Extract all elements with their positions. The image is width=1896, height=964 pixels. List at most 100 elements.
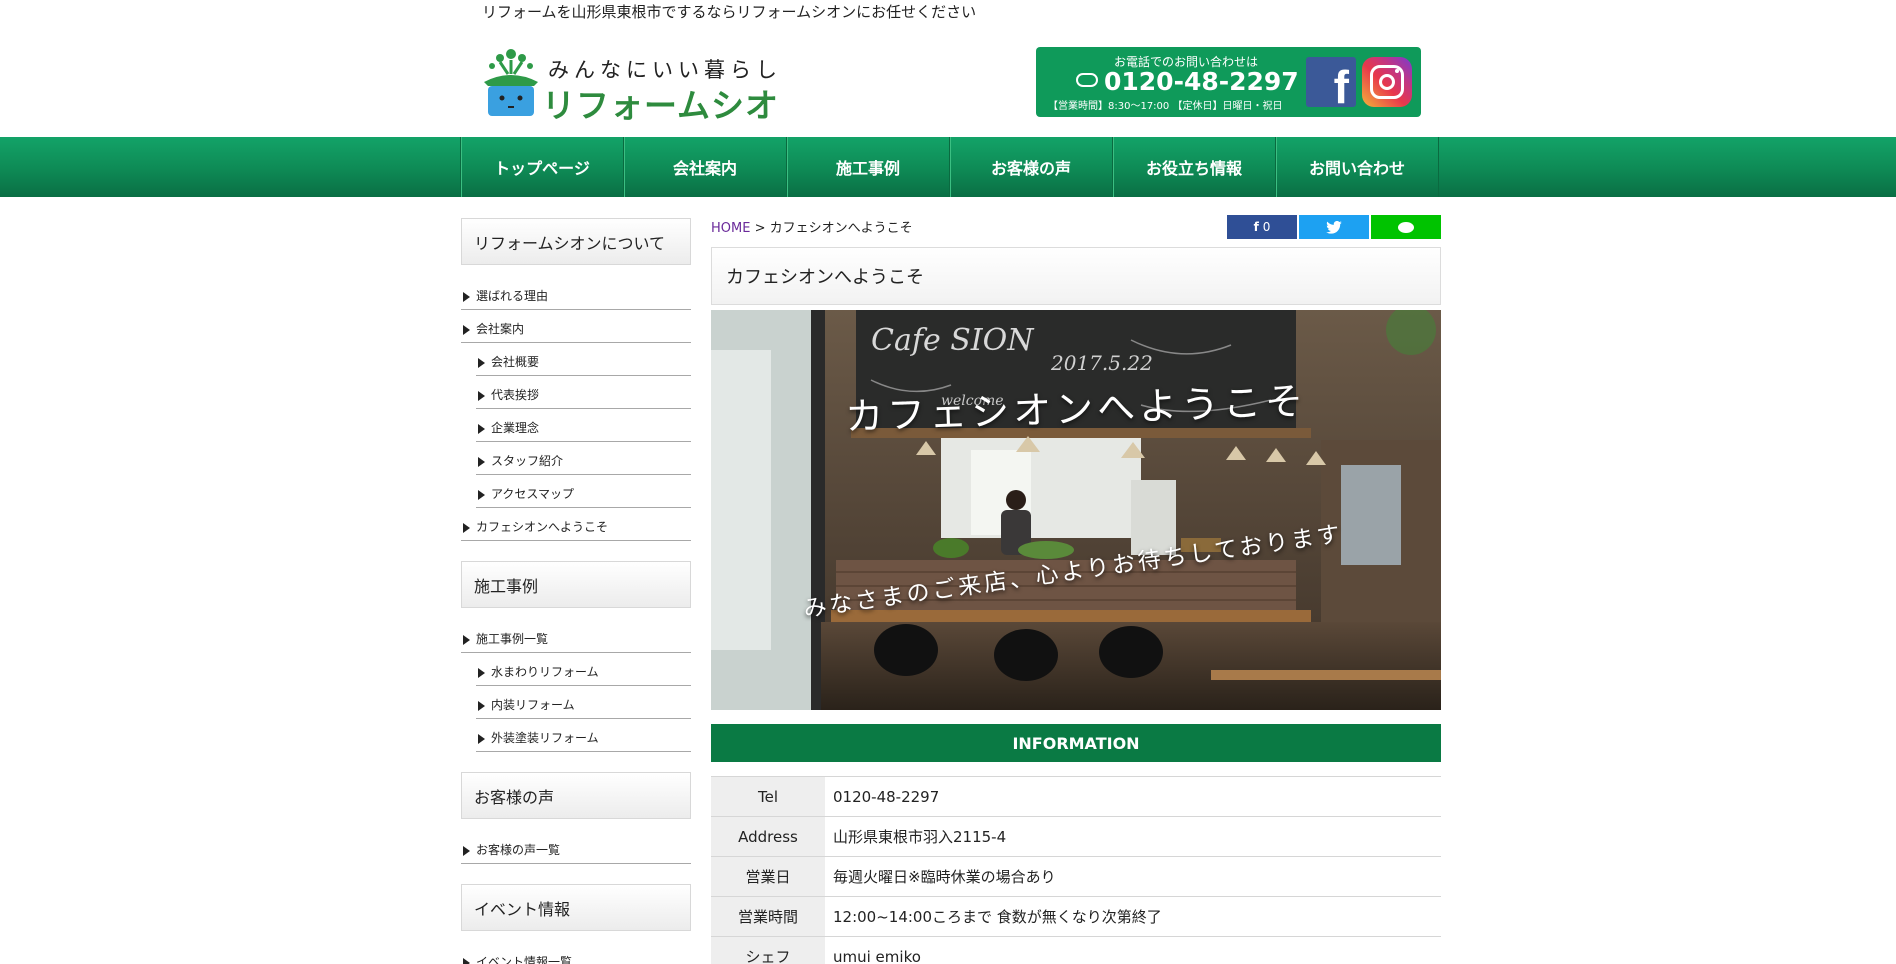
- sidebar-heading: 施工事例: [461, 561, 691, 608]
- sidebar-item-label: 内装リフォーム: [491, 698, 575, 712]
- sidebar-list: お客様の声一覧: [461, 831, 691, 864]
- sidebar-item-label: 施工事例一覧: [476, 632, 549, 646]
- sidebar-item-label: 会社案内: [476, 322, 525, 336]
- share-buttons: f0: [1227, 215, 1441, 239]
- breadcrumb-current: カフェシオンへようこそ: [769, 221, 913, 236]
- sidebar-item-label: 外装塗装リフォーム: [491, 731, 599, 745]
- sidebar-heading: イベント情報: [461, 884, 691, 931]
- sidebar-item-label: お客様の声一覧: [476, 843, 561, 857]
- nav-item-company[interactable]: 会社案内: [624, 137, 787, 197]
- facebook-icon: f: [1253, 220, 1259, 234]
- triangle-right-icon: [463, 523, 470, 533]
- info-label: Tel: [711, 776, 825, 817]
- triangle-right-icon: [463, 292, 470, 302]
- contact-phone[interactable]: 0120-48-2297: [1076, 67, 1299, 96]
- table-row: Tel 0120-48-2297: [711, 776, 1441, 817]
- triangle-right-icon: [478, 668, 485, 678]
- global-nav: トップページ 会社案内 施工事例 お客様の声 お役立ち情報 お問い合わせ: [0, 137, 1896, 197]
- mascot-icon: [484, 49, 538, 116]
- triangle-right-icon: [463, 846, 470, 856]
- sidebar-item[interactable]: 内装リフォーム: [476, 686, 691, 719]
- facebook-share-count: 0: [1262, 220, 1271, 234]
- breadcrumb-separator: >: [754, 221, 766, 236]
- table-row: 営業日 毎週火曜日※臨時休業の場合あり: [711, 856, 1441, 897]
- line-share-button[interactable]: [1371, 215, 1441, 239]
- triangle-right-icon: [478, 391, 485, 401]
- breadcrumb-home[interactable]: HOME: [711, 221, 750, 236]
- sidebar-list: 施工事例一覧水まわりリフォーム 内装リフォーム外装塗装リフォーム: [461, 620, 691, 752]
- sidebar-item-label: 代表挨拶: [491, 388, 540, 402]
- sidebar-item[interactable]: アクセスマップ: [476, 475, 691, 508]
- sidebar-item[interactable]: お客様の声一覧: [461, 831, 691, 864]
- twitter-share-button[interactable]: [1299, 215, 1369, 239]
- facebook-icon[interactable]: f: [1306, 57, 1356, 110]
- instagram-icon[interactable]: [1362, 57, 1412, 107]
- sidebar-item[interactable]: イベント情報一覧: [461, 943, 691, 964]
- nav-item-top[interactable]: トップページ: [461, 137, 624, 197]
- facebook-share-button[interactable]: f0: [1227, 215, 1297, 239]
- sidebar-item[interactable]: カフェシオンへようこそ: [461, 508, 691, 541]
- sidebar-item[interactable]: 会社案内: [461, 310, 691, 343]
- sidebar-item[interactable]: 外装塗装リフォーム: [476, 719, 691, 752]
- triangle-right-icon: [463, 635, 470, 645]
- sidebar-item-label: スタッフ紹介: [491, 454, 564, 468]
- sidebar-item[interactable]: スタッフ紹介: [476, 442, 691, 475]
- info-label: シェフ: [711, 936, 825, 964]
- triangle-right-icon: [478, 734, 485, 744]
- info-label: 営業日: [711, 856, 825, 897]
- sidebar-heading: お客様の声: [461, 772, 691, 819]
- sidebar-item[interactable]: 企業理念: [476, 409, 691, 442]
- line-icon: [1398, 221, 1414, 233]
- sidebar-item[interactable]: 会社概要: [476, 343, 691, 376]
- global-nav-items: トップページ 会社案内 施工事例 お客様の声 お役立ち情報 お問い合わせ: [460, 137, 1439, 197]
- triangle-right-icon: [478, 490, 485, 500]
- page: リフォームを山形県東根市でするならリフォームシオンにお任せください みんなにいい…: [0, 0, 1896, 964]
- twitter-icon: [1326, 220, 1342, 234]
- chalkboard-cafe-text: Cafe SION: [871, 323, 1035, 358]
- sidebar-item[interactable]: 選ばれる理由: [461, 277, 691, 310]
- sidebar-item-label: イベント情報一覧: [476, 955, 573, 964]
- sidebar-list: 選ばれる理由 会社案内会社概要代表挨拶企業理念スタッフ紹介 アクセスマップカフェシオ…: [461, 277, 691, 541]
- site-tagline: リフォームを山形県東根市でするならリフォームシオンにお任せください: [482, 3, 977, 21]
- contact-box[interactable]: お電話でのお問い合わせは 0120-48-2297 【営業時間】8:30～17:…: [1036, 47, 1421, 117]
- nav-item-contact[interactable]: お問い合わせ: [1276, 137, 1439, 197]
- info-value: 0120-48-2297: [833, 787, 940, 806]
- sidebar-item-label: 水まわりリフォーム: [491, 665, 599, 679]
- info-label: Address: [711, 816, 825, 857]
- freedial-icon: [1076, 73, 1098, 87]
- information-table: Tel 0120-48-2297 Address 山形県東根市羽入2115-4 営業日毎…: [711, 776, 1441, 964]
- hero-image: Cafe SION 2017.5.22 welcome カフェシオンへようこそ …: [711, 310, 1441, 710]
- info-value: 毎週火曜日※臨時休業の場合あり: [833, 868, 1056, 886]
- site-logo[interactable]: みんなにいい暮らし リフォームシオン: [482, 46, 782, 173]
- triangle-right-icon: [478, 358, 485, 368]
- contact-hours: 【営業時間】8:30～17:00 【定休日】日曜日・祝日: [1048, 101, 1283, 112]
- sidebar-item-label: 企業理念: [491, 421, 540, 435]
- nav-item-works[interactable]: 施工事例: [787, 137, 950, 197]
- sidebar-item[interactable]: 代表挨拶: [476, 376, 691, 409]
- info-value: 山形県東根市羽入2115-4: [833, 828, 1007, 846]
- info-value: umui emiko: [833, 947, 921, 964]
- sidebar-list: イベント情報一覧: [461, 943, 691, 964]
- information-heading: INFORMATION: [711, 724, 1441, 762]
- table-row: シェフ umui emiko: [711, 936, 1441, 964]
- sidebar-item-label: カフェシオンへようこそ: [476, 520, 609, 534]
- nav-item-voice[interactable]: お客様の声: [950, 137, 1113, 197]
- triangle-right-icon: [478, 457, 485, 467]
- triangle-right-icon: [478, 701, 485, 711]
- table-row: Address 山形県東根市羽入2115-4: [711, 816, 1441, 857]
- sidebar-item[interactable]: 施工事例一覧: [461, 620, 691, 653]
- triangle-right-icon: [463, 325, 470, 335]
- sidebar-item-label: アクセスマップ: [491, 487, 575, 501]
- sidebar: リフォームシオンについて選ばれる理由 会社案内会社概要代表挨拶企業理念スタッフ紹介…: [461, 218, 691, 964]
- breadcrumb: HOME > カフェシオンへようこそ: [711, 217, 913, 236]
- sidebar-heading: リフォームシオンについて: [461, 218, 691, 265]
- sidebar-item-label: 選ばれる理由: [476, 289, 549, 303]
- chalkboard-date-text: 2017.5.22: [1050, 351, 1153, 375]
- sidebar-item[interactable]: 水まわりリフォーム: [476, 653, 691, 686]
- nav-item-info[interactable]: お役立ち情報: [1113, 137, 1276, 197]
- triangle-right-icon: [463, 958, 470, 964]
- info-value: 12:00~14:00ころまで 食数が無くなり次第終了: [833, 908, 1162, 926]
- info-label: 営業時間: [711, 896, 825, 937]
- sidebar-item-label: 会社概要: [491, 355, 540, 369]
- table-row: 営業時間 12:00~14:00ころまで 食数が無くなり次第終了: [711, 896, 1441, 937]
